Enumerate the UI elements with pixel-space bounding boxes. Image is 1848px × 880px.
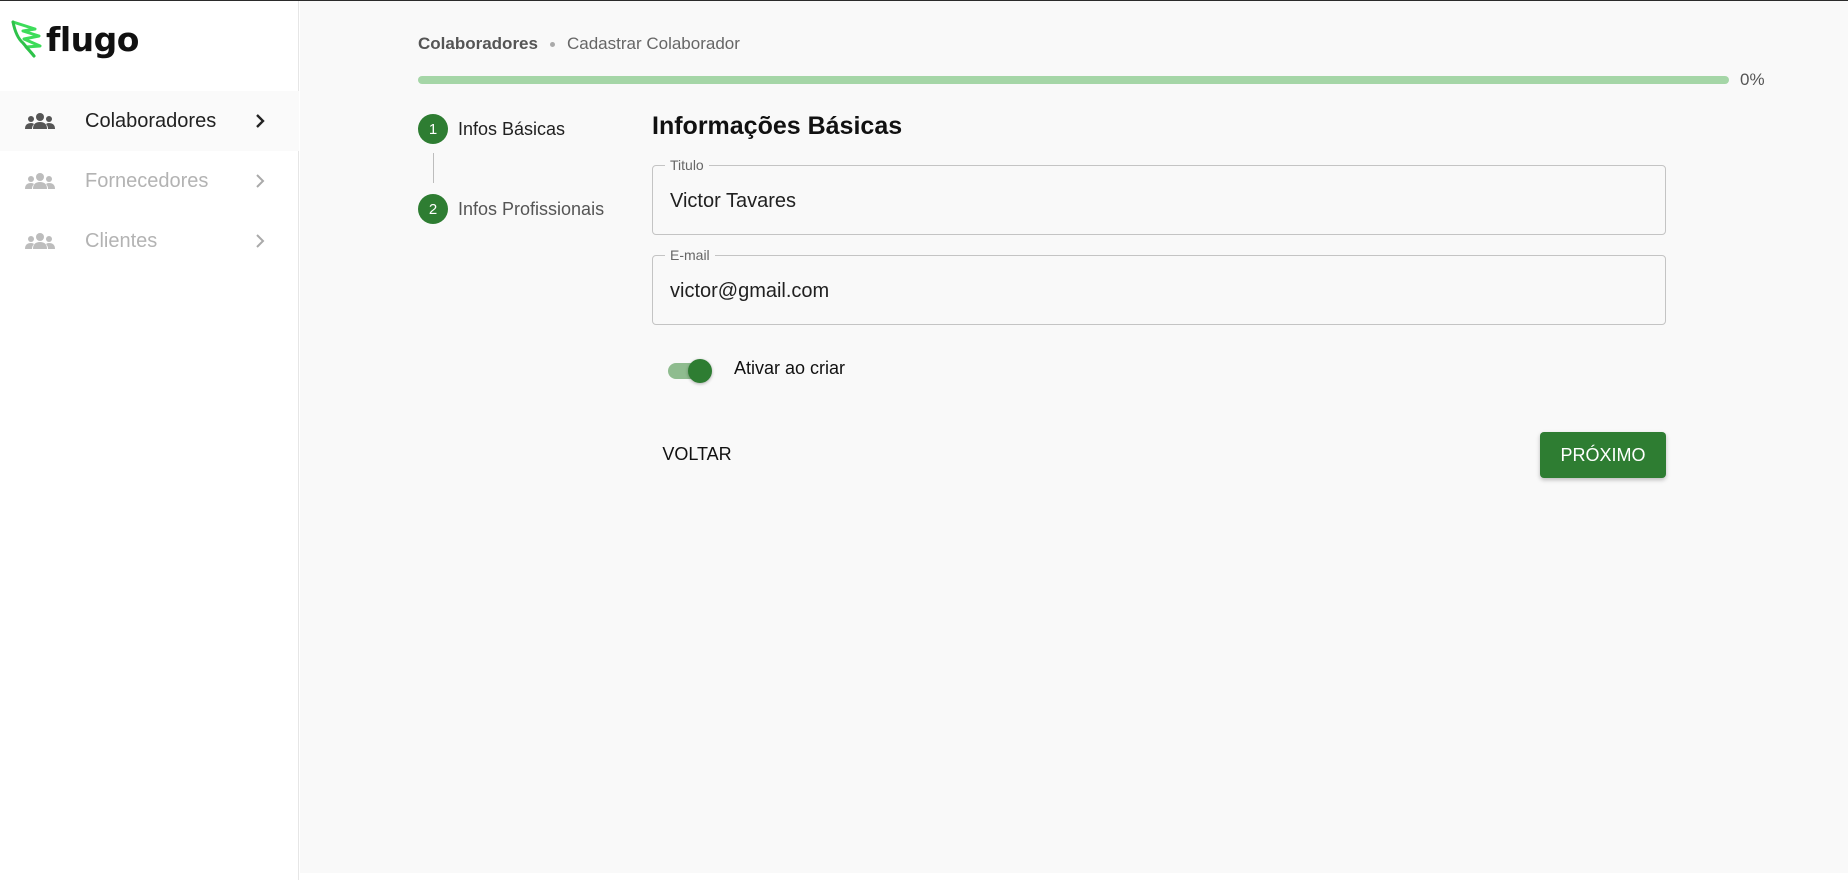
- email-input[interactable]: [670, 276, 1650, 306]
- people-icon: [25, 113, 55, 129]
- breadcrumb-section[interactable]: Colaboradores: [418, 34, 538, 54]
- step-label: Infos Profissionais: [458, 198, 605, 219]
- toggle-label: Ativar ao criar: [734, 358, 846, 378]
- chevron-right-icon: [256, 234, 265, 248]
- breadcrumb: Colaboradores Cadastrar Colaborador: [418, 34, 740, 54]
- step-infos-profissionais: 2 Infos Profissionais: [418, 194, 604, 224]
- chevron-right-icon: [256, 174, 265, 188]
- sidebar-item-label: Fornecedores: [85, 169, 209, 192]
- sidebar-item-label: Clientes: [85, 229, 158, 252]
- activate-toggle[interactable]: [668, 356, 714, 384]
- flugo-wing-icon: [11, 20, 42, 58]
- step-connector: [433, 153, 434, 183]
- step-number: 1: [418, 114, 448, 144]
- next-button[interactable]: PRÓXIMO: [1540, 432, 1666, 478]
- sidebar-item-colaboradores[interactable]: Colaboradores: [0, 91, 299, 151]
- email-field-label: E-mail: [665, 247, 715, 263]
- logo: flugo: [10, 19, 139, 59]
- name-field: Titulo: [652, 157, 1666, 235]
- chevron-right-icon: [256, 114, 265, 128]
- sidebar-item-fornecedores[interactable]: Fornecedores: [0, 151, 299, 211]
- breadcrumb-separator: [549, 41, 555, 47]
- step-label: Infos Básicas: [458, 118, 566, 139]
- logo-text: flugo: [46, 19, 139, 59]
- sidebar: flugo Colaboradores Fornecedores Cliente…: [0, 1, 299, 880]
- breadcrumb-current: Cadastrar Colaborador: [566, 34, 740, 53]
- email-field: E-mail: [652, 247, 1666, 325]
- sidebar-item-clientes[interactable]: Clientes: [0, 211, 299, 271]
- step-infos-basicas: 1 Infos Básicas: [418, 114, 565, 144]
- people-icon: [25, 233, 55, 249]
- progress-bar: [418, 76, 1729, 84]
- step-number: 2: [418, 194, 448, 224]
- name-field-label: Titulo: [665, 157, 709, 173]
- progress-label: 0%: [1740, 70, 1765, 89]
- form-title: Informações Básicas: [652, 112, 903, 140]
- back-button[interactable]: VOLTAR: [652, 431, 742, 477]
- main-content: Colaboradores Cadastrar Colaborador 0% 1…: [300, 1, 1848, 873]
- bottom-strip: [300, 873, 1848, 880]
- sidebar-item-label: Colaboradores: [85, 109, 217, 132]
- name-input[interactable]: [670, 186, 1650, 216]
- people-icon: [25, 173, 55, 189]
- toggle-thumb: [688, 359, 712, 383]
